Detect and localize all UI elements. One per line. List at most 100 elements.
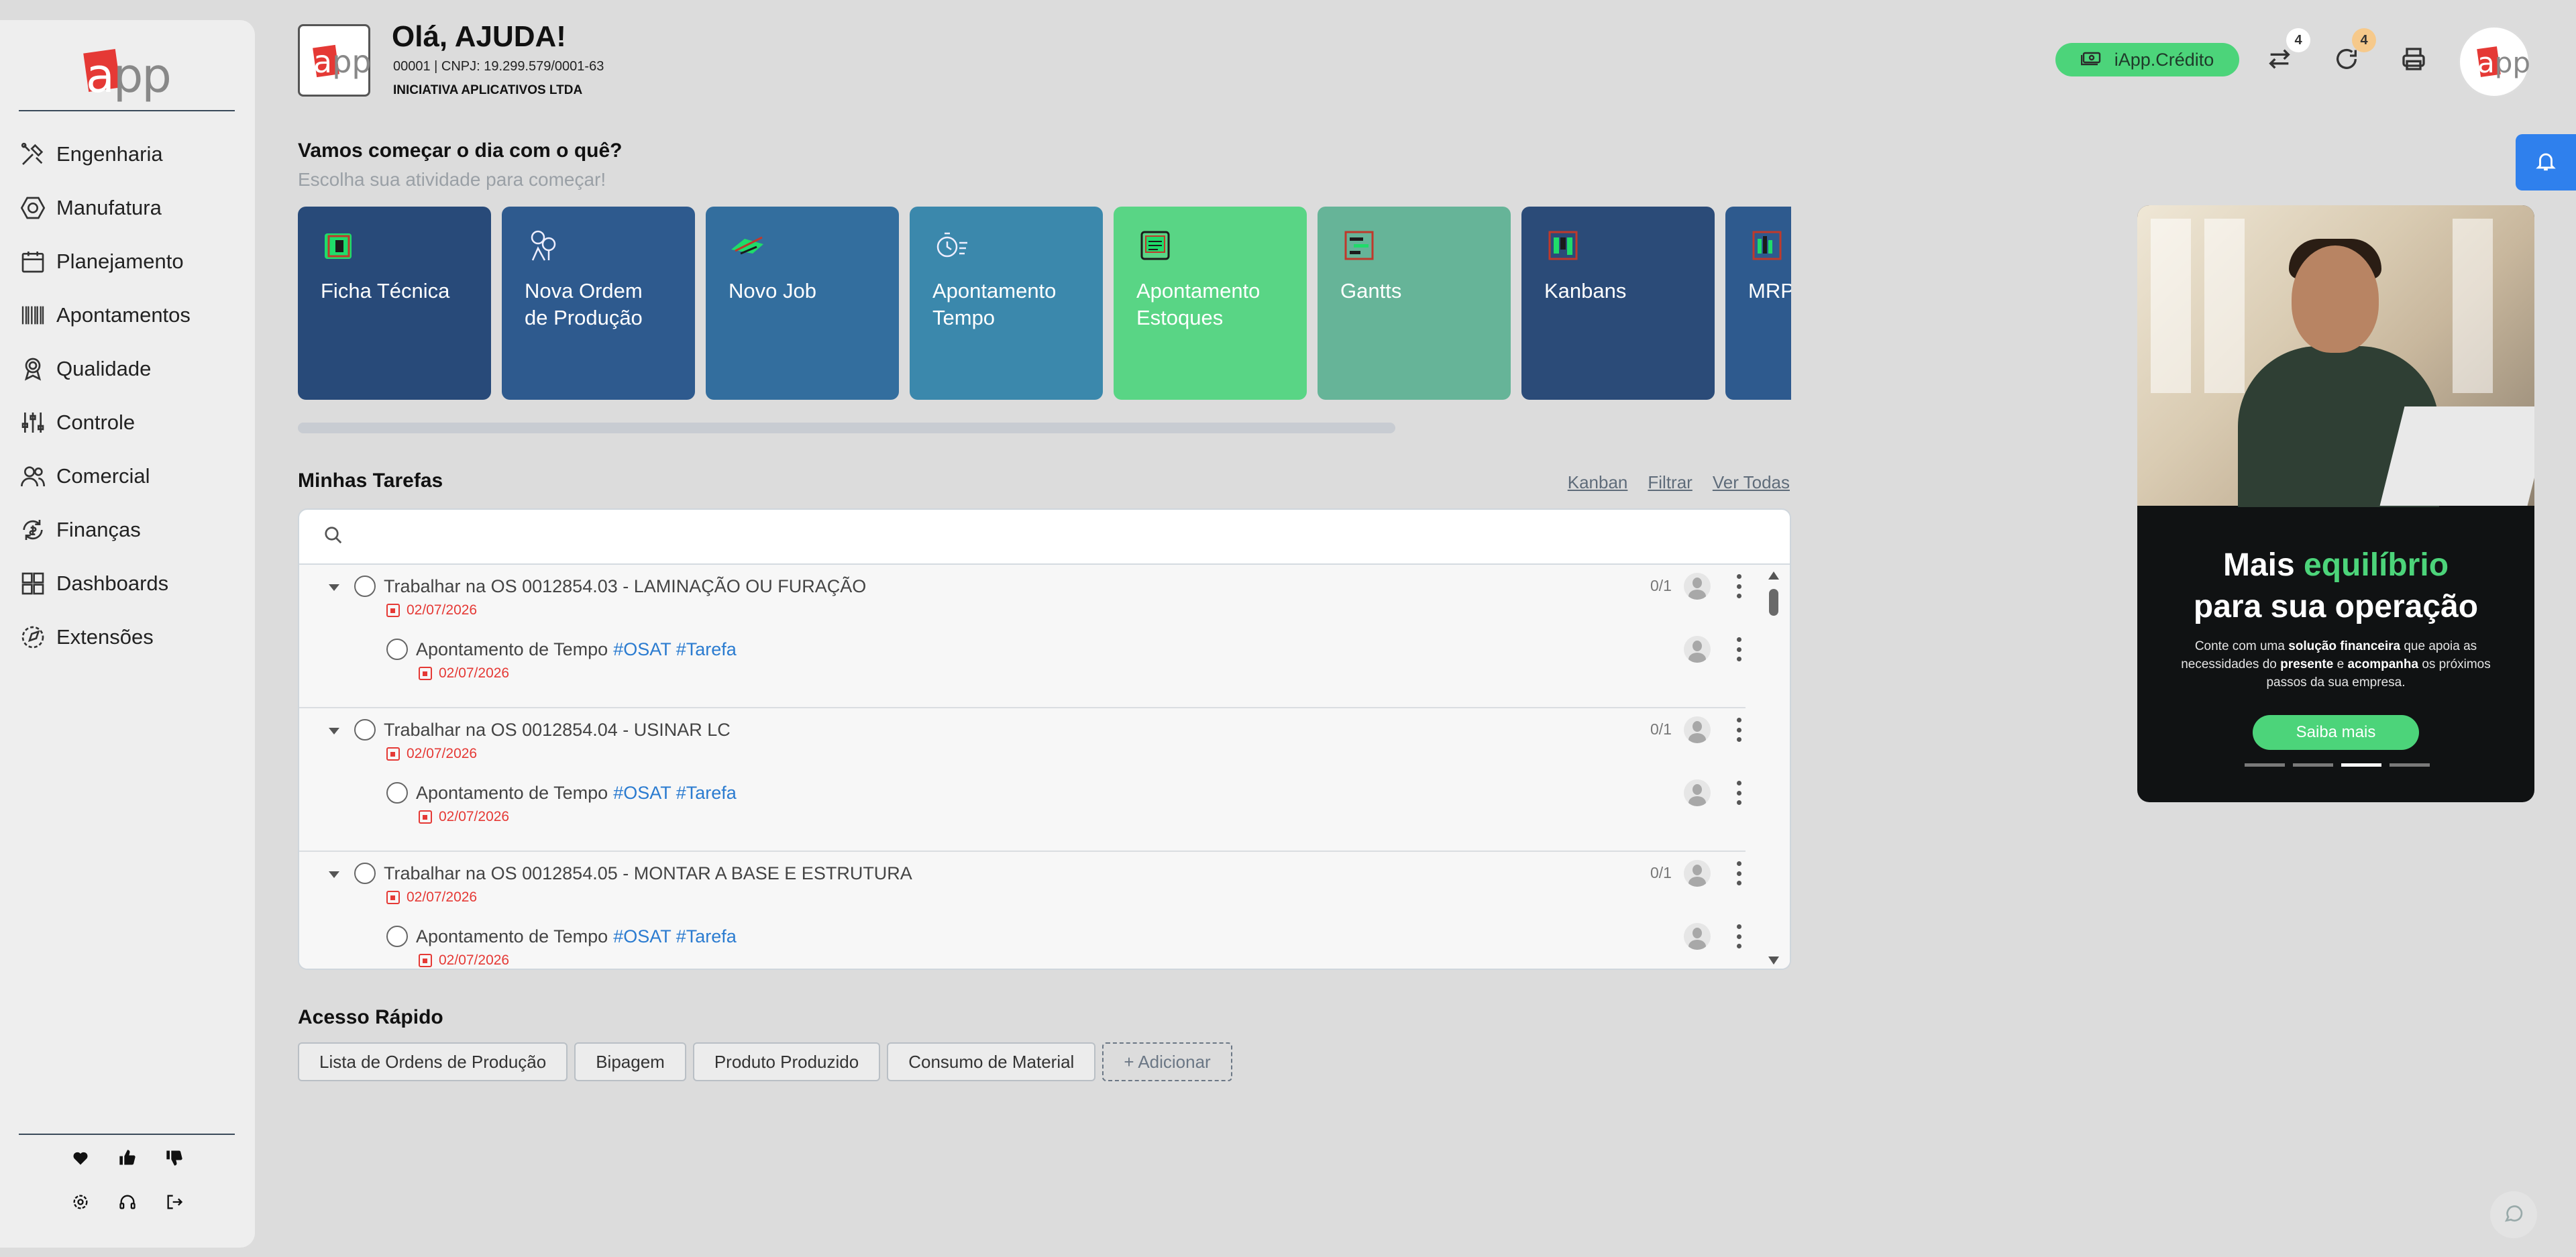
card-label: Apontamento Estoques [1136, 279, 1260, 329]
headset-icon[interactable] [117, 1191, 138, 1213]
card-gantts[interactable]: Gantts [1318, 207, 1511, 400]
activities-subtitle: Escolha sua atividade para começar! [298, 169, 606, 190]
tasks-scrollbar[interactable] [1764, 565, 1783, 969]
task-due-date: 02/07/2026 [386, 602, 477, 618]
carousel-dot[interactable] [2390, 763, 2430, 767]
sidebar-item-comercial[interactable]: Comercial [0, 449, 255, 503]
collapse-chevron-icon[interactable] [326, 867, 342, 883]
sidebar-item-extensoes[interactable]: Extensões [0, 610, 255, 664]
sidebar-item-qualidade[interactable]: Qualidade [0, 342, 255, 396]
more-options-icon[interactable] [1733, 861, 1744, 885]
app-logo[interactable]: app [79, 35, 172, 109]
assignee-avatar[interactable] [1684, 573, 1711, 600]
calendar-icon [419, 810, 432, 824]
notifications-button[interactable] [2516, 134, 2576, 190]
thumbs-down-icon[interactable] [164, 1147, 185, 1168]
logout-icon[interactable] [164, 1191, 185, 1213]
subtask-title[interactable]: Apontamento de Tempo #OSAT #Tarefa [416, 926, 737, 947]
quick-access-item[interactable]: Lista de Ordens de Produção [298, 1042, 568, 1081]
add-quick-access-button[interactable]: + Adicionar [1102, 1042, 1232, 1081]
job-icon [729, 227, 766, 264]
promo-learn-more-button[interactable]: Saiba mais [2253, 715, 2419, 750]
more-options-icon[interactable] [1733, 781, 1744, 805]
task-title[interactable]: Trabalhar na OS 0012854.04 - USINAR LC [384, 720, 731, 741]
collapse-chevron-icon[interactable] [326, 580, 342, 596]
task-title[interactable]: Trabalhar na OS 0012854.05 - MONTAR A BA… [384, 863, 912, 884]
quick-access-item[interactable]: Produto Produzido [692, 1042, 881, 1081]
chat-icon [2503, 1203, 2524, 1227]
sidebar-item-manufatura[interactable]: Manufatura [0, 181, 255, 235]
subtask-title[interactable]: Apontamento de Tempo #OSAT #Tarefa [416, 639, 737, 660]
card-nova-ordem[interactable]: Nova Ordem de Produção [502, 207, 695, 400]
subtask-checkbox[interactable] [386, 639, 408, 660]
sidebar-item-financas[interactable]: Finanças [0, 503, 255, 557]
sidebar-item-controle[interactable]: Controle [0, 396, 255, 449]
heart-icon[interactable] [70, 1147, 91, 1168]
search-input[interactable] [357, 526, 1631, 547]
sidebar-item-planejamento[interactable]: Planejamento [0, 235, 255, 288]
task-checkbox[interactable] [354, 863, 376, 884]
award-icon [17, 353, 48, 384]
sidebar-item-label: Extensões [56, 625, 154, 649]
card-novo-job[interactable]: Novo Job [706, 207, 899, 400]
scroll-down-icon[interactable] [1768, 957, 1779, 965]
assignee-avatar[interactable] [1684, 860, 1711, 887]
carousel-dot[interactable] [2293, 763, 2333, 767]
carousel-dot[interactable] [2341, 763, 2381, 767]
quick-access-item[interactable]: Bipagem [574, 1042, 686, 1081]
subtask-checkbox[interactable] [386, 782, 408, 804]
chat-button[interactable] [2490, 1191, 2537, 1238]
card-label: Apontamento Tempo [932, 279, 1057, 329]
scroll-thumb[interactable] [1769, 589, 1778, 616]
more-options-icon[interactable] [1733, 637, 1744, 661]
task-checkbox[interactable] [354, 719, 376, 741]
sidebar-item-label: Comercial [56, 464, 150, 488]
sidebar-item-engenharia[interactable]: Engenharia [0, 127, 255, 181]
more-options-icon[interactable] [1733, 718, 1744, 742]
assignee-avatar[interactable] [1684, 923, 1711, 950]
credit-button[interactable]: iApp.Crédito [2055, 43, 2239, 76]
company-name: INICIATIVA APLICATIVOS LTDA [393, 83, 583, 97]
promo-carousel-dots [2245, 763, 2430, 767]
cards-scrollbar[interactable] [298, 423, 1395, 433]
assignee-avatar[interactable] [1684, 716, 1711, 743]
mrp-icon [1748, 227, 1786, 264]
view-all-link[interactable]: Ver Todas [1713, 472, 1790, 493]
calendar-icon [386, 604, 400, 617]
sidebar-item-label: Planejamento [56, 250, 184, 273]
card-apontamento-tempo[interactable]: Apontamento Tempo [910, 207, 1103, 400]
assignee-avatar[interactable] [1684, 779, 1711, 806]
sidebar-item-dashboards[interactable]: Dashboards [0, 557, 255, 610]
kanban-link[interactable]: Kanban [1568, 472, 1628, 493]
card-apontamento-estoques[interactable]: Apontamento Estoques [1114, 207, 1307, 400]
sidebar-divider [19, 1134, 235, 1135]
sidebar-item-apontamentos[interactable]: Apontamentos [0, 288, 255, 342]
more-options-icon[interactable] [1733, 924, 1744, 948]
task-title[interactable]: Trabalhar na OS 0012854.03 - LAMINAÇÃO O… [384, 576, 866, 597]
more-options-icon[interactable] [1733, 574, 1744, 598]
quick-access-item[interactable]: Consumo de Material [887, 1042, 1096, 1081]
subtask-title[interactable]: Apontamento de Tempo #OSAT #Tarefa [416, 783, 737, 804]
printer-icon[interactable] [2398, 43, 2430, 75]
collapse-chevron-icon[interactable] [326, 723, 342, 739]
filter-link[interactable]: Filtrar [1648, 472, 1692, 493]
user-avatar[interactable]: app [2458, 25, 2530, 98]
card-label: MRP [1748, 279, 1791, 303]
thumbs-up-icon[interactable] [117, 1147, 138, 1168]
promo-banner[interactable]: Mais equilíbrio para sua operação Conte … [2137, 205, 2534, 802]
sidebar-item-label: Dashboards [56, 571, 169, 595]
settings-icon[interactable] [70, 1191, 91, 1213]
barcode-icon [17, 300, 48, 331]
carousel-dot[interactable] [2245, 763, 2285, 767]
card-label: Novo Job [729, 279, 816, 303]
promo-title: Mais equilíbrio para sua operação [2193, 547, 2479, 624]
card-mrp[interactable]: MRP [1725, 207, 1791, 400]
assignee-avatar[interactable] [1684, 636, 1711, 663]
subtask-checkbox[interactable] [386, 926, 408, 947]
calendar-icon [386, 747, 400, 761]
card-kanbans[interactable]: Kanbans [1521, 207, 1715, 400]
task-checkbox[interactable] [354, 576, 376, 597]
sidebar-divider [19, 110, 235, 111]
scroll-up-icon[interactable] [1768, 571, 1779, 580]
card-ficha-tecnica[interactable]: Ficha Técnica [298, 207, 491, 400]
